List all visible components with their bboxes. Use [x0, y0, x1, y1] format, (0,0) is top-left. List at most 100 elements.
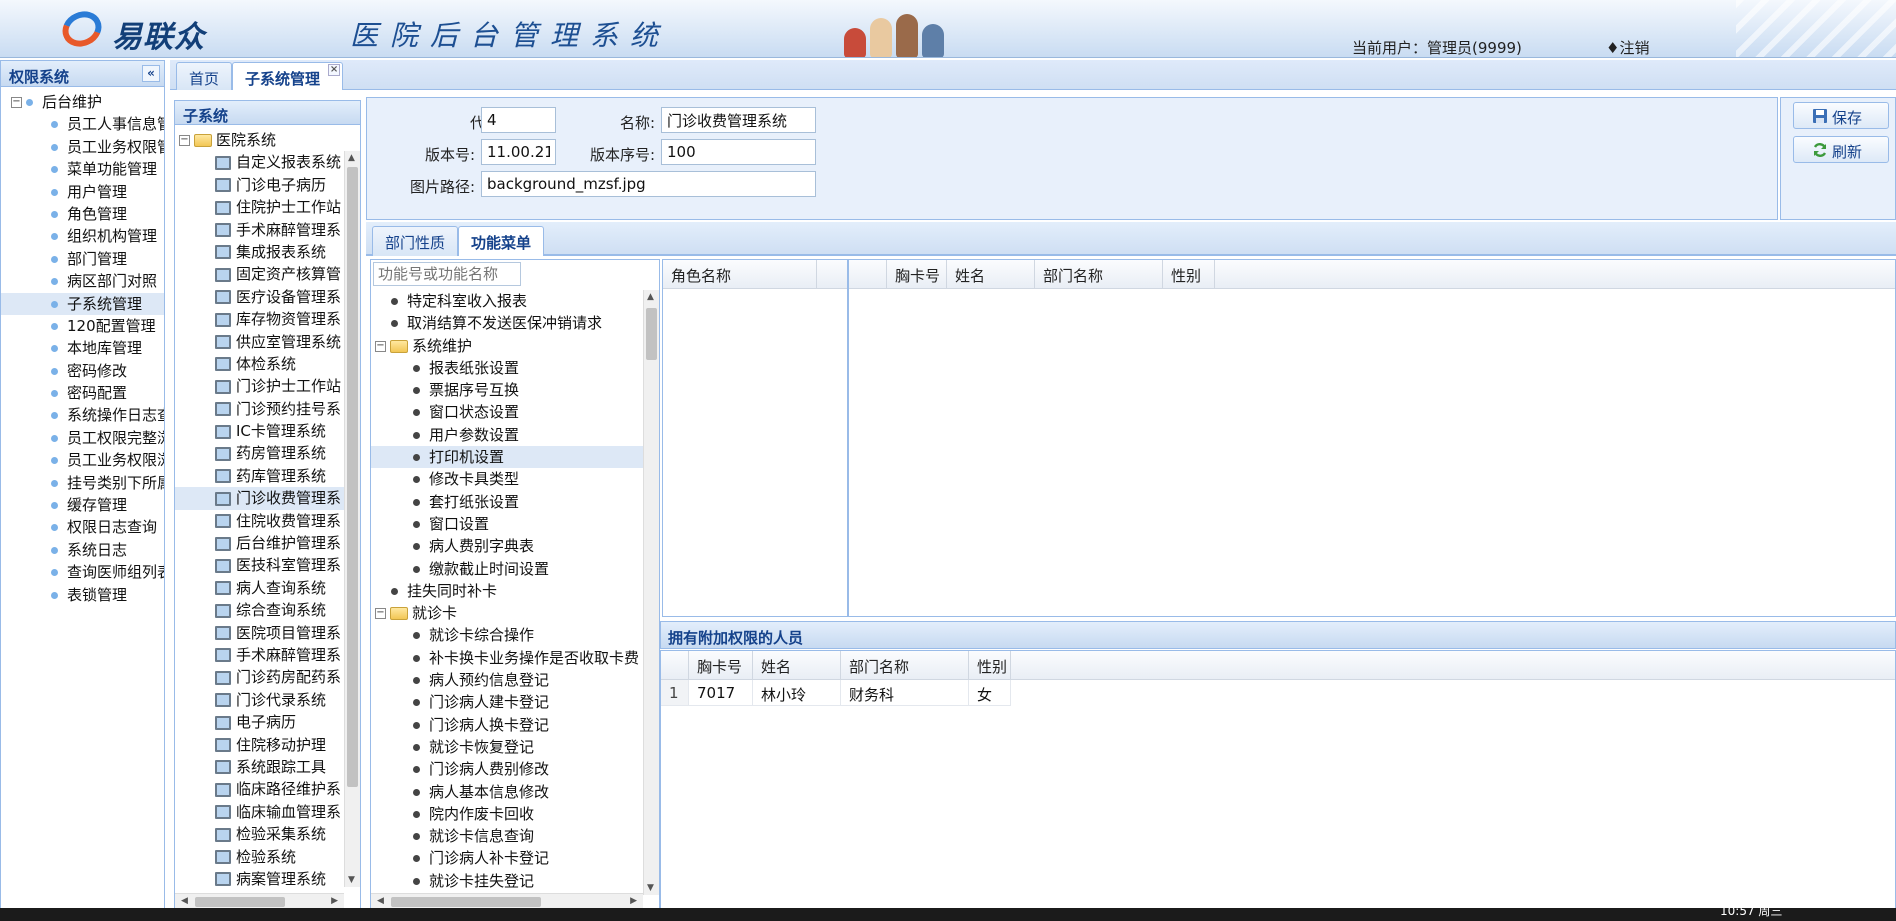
menu-item[interactable]: 就诊卡信息查询 — [371, 825, 643, 847]
subsystem-item[interactable]: 自定义报表系统 — [175, 151, 344, 173]
menu-item[interactable]: 病人费别字典表 — [371, 535, 643, 557]
sidebar-item[interactable]: 权限日志查询 — [1, 516, 164, 538]
scrollbar-thumb[interactable] — [195, 897, 285, 907]
sidebar-item[interactable]: 员工人事信息管 — [1, 113, 164, 135]
scroll-up-icon[interactable]: ▲ — [647, 292, 654, 302]
save-button[interactable]: 保存 — [1793, 102, 1889, 129]
collapse-panel-button[interactable]: « — [142, 65, 160, 82]
sidebar-item[interactable]: 子系统管理 — [1, 292, 164, 315]
collapse-toggle-icon[interactable]: − — [11, 97, 22, 108]
sidebar-item[interactable]: 密码修改 — [1, 360, 164, 382]
menu-folder-node[interactable]: − 就诊卡 — [371, 602, 643, 624]
subsystem-horizontal-scrollbar[interactable]: ◀ ▶ — [175, 893, 344, 909]
scroll-right-icon[interactable]: ▶ — [331, 896, 338, 906]
scroll-down-icon[interactable]: ▼ — [647, 883, 654, 893]
menu-item[interactable]: 门诊病人建卡登记 — [371, 691, 643, 713]
scrollbar-thumb[interactable] — [347, 167, 358, 787]
collapse-toggle-icon[interactable]: − — [375, 608, 386, 620]
version-seq-input[interactable] — [661, 139, 816, 165]
subsystem-item[interactable]: 检验系统 — [175, 846, 344, 868]
subsystem-item[interactable]: 药库管理系统 — [175, 465, 344, 487]
sidebar-item[interactable]: 查询医师组列表 — [1, 561, 164, 583]
scroll-left-icon[interactable]: ◀ — [377, 896, 384, 906]
subsystem-item[interactable]: 住院移动护理 — [175, 734, 344, 756]
menu-item[interactable]: 特定科室收入报表 — [371, 290, 643, 312]
menu-item[interactable]: 院内作废卡回收 — [371, 803, 643, 825]
subsystem-item[interactable]: 电子病历 — [175, 711, 344, 733]
sidebar-item[interactable]: 本地库管理 — [1, 337, 164, 359]
scrollbar-thumb[interactable] — [391, 897, 541, 907]
logout-link[interactable]: ♦注销 — [1606, 37, 1649, 57]
subsystem-item[interactable]: 门诊护士工作站 — [175, 375, 344, 397]
menu-item[interactable]: 补卡换卡业务操作是否收取卡费 — [371, 647, 643, 669]
refresh-button[interactable]: 刷新 — [1793, 136, 1889, 163]
sidebar-item[interactable]: 组织机构管理 — [1, 225, 164, 247]
subsystem-item[interactable]: 住院收费管理系 — [175, 510, 344, 532]
subsystem-item[interactable]: 综合查询系统 — [175, 599, 344, 621]
subsystem-vertical-scrollbar[interactable]: ▲ ▼ — [344, 151, 360, 887]
sidebar-item[interactable]: 挂号类别下所属 — [1, 472, 164, 494]
subsystem-item[interactable]: IC卡管理系统 — [175, 420, 344, 442]
sidebar-item[interactable]: 角色管理 — [1, 203, 164, 225]
sidebar-item[interactable]: 缓存管理 — [1, 494, 164, 516]
scrollbar-thumb[interactable] — [646, 308, 657, 360]
menu-item[interactable]: 窗口状态设置 — [371, 401, 643, 423]
menu-item[interactable]: 缴款截止时间设置 — [371, 558, 643, 580]
menu-item[interactable]: 就诊卡恢复登记 — [371, 736, 643, 758]
image-path-input[interactable] — [481, 171, 816, 197]
menu-item[interactable]: 就诊卡综合操作 — [371, 624, 643, 646]
scroll-up-icon[interactable]: ▲ — [348, 153, 355, 163]
sidebar-item[interactable]: 员工业务权限浏 — [1, 449, 164, 471]
department-column[interactable]: 部门名称 — [1035, 260, 1163, 289]
menu-item[interactable]: 套打纸张设置 — [371, 491, 643, 513]
name-input[interactable] — [661, 107, 816, 133]
department-column[interactable]: 部门名称 — [841, 651, 969, 680]
subsystem-item[interactable]: 系统跟踪工具 — [175, 756, 344, 778]
sidebar-item[interactable]: 员工权限完整浏 — [1, 427, 164, 449]
menu-item[interactable]: 报表纸张设置 — [371, 357, 643, 379]
menu-item[interactable]: 病人预约信息登记 — [371, 669, 643, 691]
subsystem-item[interactable]: 门诊电子病历 — [175, 174, 344, 196]
subsystem-item[interactable]: 门诊预约挂号系 — [175, 398, 344, 420]
menu-item[interactable]: 就诊卡挂失登记 — [371, 870, 643, 892]
tab-subsystem-management[interactable]: 子系统管理 × — [232, 62, 344, 90]
subsystem-item[interactable]: 门诊收费管理系 — [175, 487, 344, 510]
menu-item[interactable]: 票据序号互换 — [371, 379, 643, 401]
sidebar-item[interactable]: 员工业务权限管 — [1, 136, 164, 158]
menu-item[interactable]: 病人基本信息修改 — [371, 781, 643, 803]
subsystem-item[interactable]: 固定资产核算管 — [175, 263, 344, 285]
subsystem-item[interactable]: 医疗设备管理系 — [175, 286, 344, 308]
close-tab-icon[interactable]: × — [328, 64, 341, 76]
scroll-down-icon[interactable]: ▼ — [348, 875, 355, 885]
menu-item[interactable]: 窗口设置 — [371, 513, 643, 535]
menu-item[interactable]: 门诊病人补卡登记 — [371, 847, 643, 869]
menu-search-input[interactable] — [373, 262, 521, 286]
menu-item[interactable]: 挂失同时补卡 — [371, 580, 643, 602]
gender-column[interactable]: 性别 — [969, 651, 1011, 680]
menu-item[interactable]: 门诊病人费别修改 — [371, 758, 643, 780]
menu-item[interactable]: 修改卡具类型 — [371, 468, 643, 490]
tab-department-nature[interactable]: 部门性质 — [372, 226, 459, 256]
sidebar-item[interactable]: 表锁管理 — [1, 584, 164, 606]
subsystem-item[interactable]: 药房管理系统 — [175, 442, 344, 464]
scroll-right-icon[interactable]: ▶ — [630, 896, 637, 906]
tab-function-menu[interactable]: 功能菜单 — [458, 226, 545, 256]
name-column[interactable]: 姓名 — [947, 260, 1035, 289]
subsystem-item[interactable]: 后台维护管理系 — [175, 532, 344, 554]
sidebar-item[interactable]: 系统日志 — [1, 539, 164, 561]
card-number-column[interactable]: 胸卡号 — [887, 260, 947, 289]
collapse-toggle-icon[interactable]: − — [375, 340, 386, 352]
sidebar-item[interactable]: 菜单功能管理 — [1, 158, 164, 180]
menu-item[interactable]: 取消结算不发送医保冲销请求 — [371, 312, 643, 334]
subsystem-item[interactable]: 住院护士工作站 — [175, 196, 344, 218]
subsystem-item[interactable]: 临床输血管理系 — [175, 801, 344, 823]
sidebar-item[interactable]: 120配置管理 — [1, 315, 164, 337]
subsystem-root-node[interactable]: − 医院系统 — [175, 129, 360, 151]
menu-vertical-scrollbar[interactable]: ▲ ▼ — [643, 290, 659, 895]
menu-item[interactable]: 打印机设置 — [371, 446, 643, 469]
code-input[interactable] — [481, 107, 556, 133]
subsystem-item[interactable]: 病案管理系统 — [175, 868, 344, 890]
card-number-column[interactable]: 胸卡号 — [689, 651, 753, 680]
menu-horizontal-scrollbar[interactable]: ◀ ▶ — [371, 893, 643, 909]
sidebar-item[interactable]: 病区部门对照 — [1, 270, 164, 292]
